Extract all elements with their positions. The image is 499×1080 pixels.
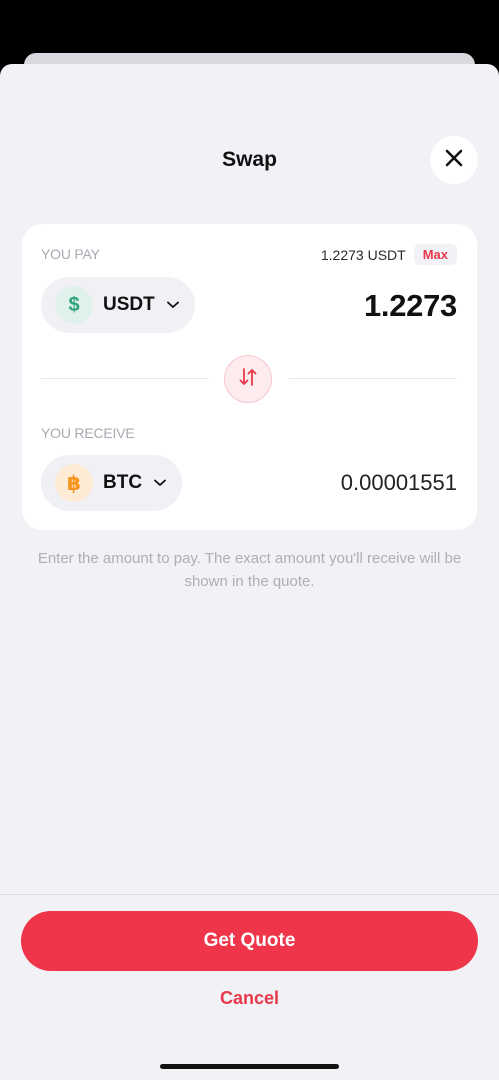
bitcoin-icon: ฿ bbox=[55, 464, 93, 502]
close-button[interactable] bbox=[430, 136, 478, 184]
dollar-icon: $ bbox=[55, 286, 93, 324]
chevron-down-icon bbox=[166, 301, 179, 309]
get-quote-button[interactable]: Get Quote bbox=[21, 911, 478, 971]
pay-token-selector[interactable]: $ USDT bbox=[41, 277, 195, 333]
receive-token-symbol: BTC bbox=[103, 472, 143, 493]
hint-text: Enter the amount to pay. The exact amoun… bbox=[37, 550, 462, 590]
pay-amount[interactable]: 1.2273 bbox=[364, 288, 457, 324]
receive-label: YOU RECEIVE bbox=[41, 425, 135, 441]
balance-text: 1.2273 USDT bbox=[320, 246, 406, 263]
divider-right bbox=[289, 378, 457, 379]
pay-token-symbol: USDT bbox=[103, 294, 155, 315]
pay-label: YOU PAY bbox=[41, 246, 100, 262]
page-title: Swap bbox=[222, 148, 277, 171]
home-indicator bbox=[160, 1064, 339, 1069]
swap-direction-button[interactable] bbox=[224, 355, 272, 403]
max-button[interactable]: Max bbox=[413, 244, 457, 265]
receive-amount: 0.00001551 bbox=[340, 470, 457, 495]
close-icon bbox=[445, 149, 463, 172]
footer-divider bbox=[0, 894, 499, 895]
pay-balance: 1.2273 USDT Max bbox=[321, 244, 457, 265]
cancel-button[interactable]: Cancel bbox=[0, 988, 499, 1009]
swap-card: YOU PAY 1.2273 USDT Max $ USDT 1.2273 YO… bbox=[22, 224, 477, 530]
chevron-down-icon bbox=[154, 479, 166, 487]
swap-arrows-icon bbox=[237, 366, 259, 393]
divider-left bbox=[41, 378, 209, 379]
receive-token-selector[interactable]: ฿ BTC bbox=[41, 455, 183, 511]
